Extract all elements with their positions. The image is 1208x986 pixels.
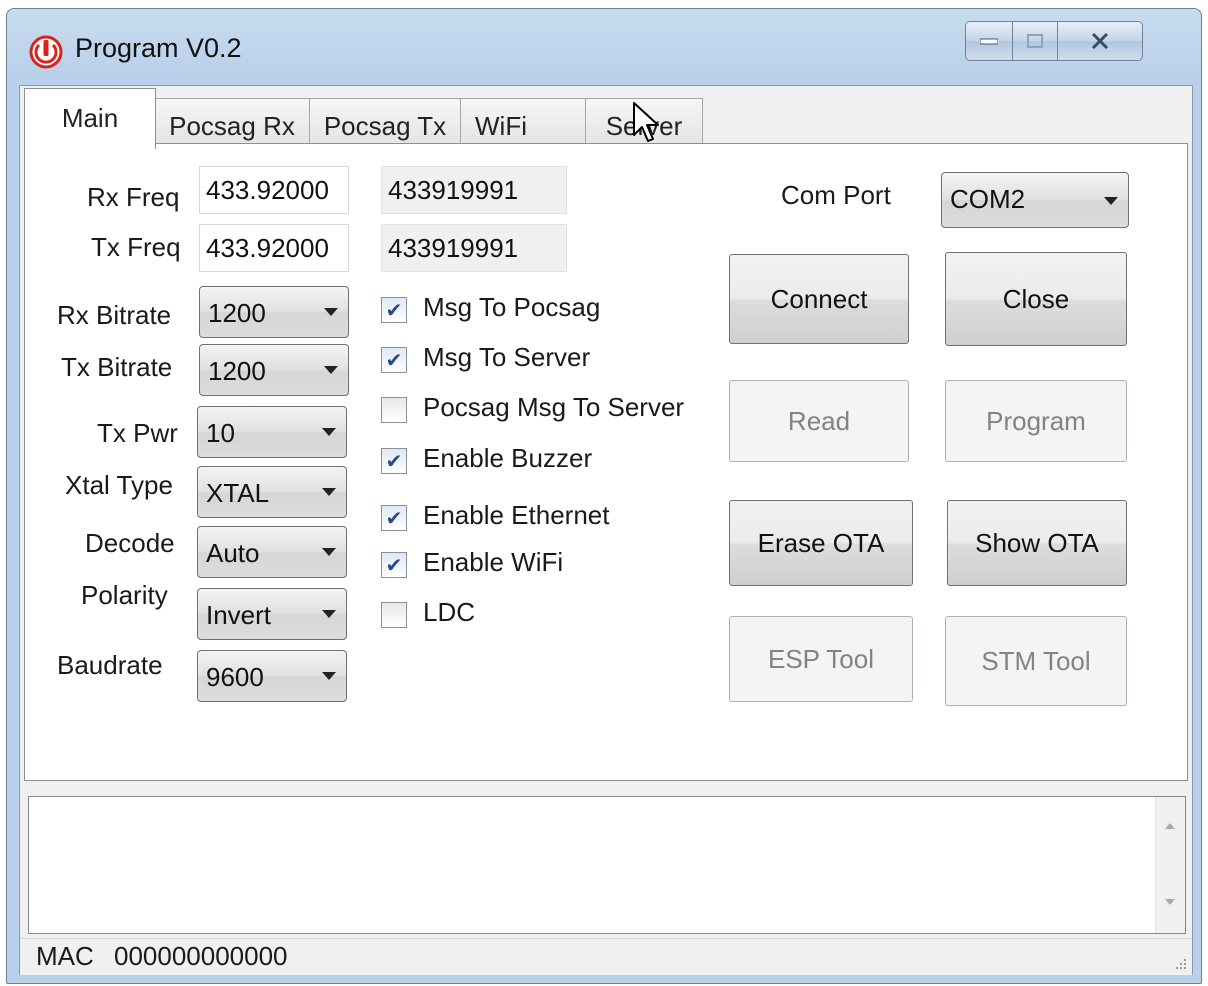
- esp-tool-button[interactable]: ESP Tool: [729, 616, 913, 702]
- tx-pwr-label: Tx Pwr: [97, 418, 178, 448]
- tab-wifi[interactable]: WiFi: [460, 98, 586, 148]
- com-port-select[interactable]: COM2: [941, 172, 1129, 228]
- polarity-select[interactable]: Invert: [197, 588, 347, 640]
- dropdown-arrow-icon: [322, 548, 336, 556]
- log-scrollbar[interactable]: [1155, 797, 1185, 933]
- checkbox-box[interactable]: ✔: [381, 505, 407, 531]
- select-value: 1200: [208, 298, 266, 328]
- tx-freq-readout: 433919991: [381, 224, 567, 272]
- select-value: 9600: [206, 662, 264, 692]
- connect-button[interactable]: Connect: [729, 254, 909, 344]
- scroll-up-icon[interactable]: [1165, 823, 1175, 829]
- client-area: Main Pocsag Rx Pocsag Tx WiFi Server Rx …: [19, 85, 1193, 975]
- status-bar: MAC 000000000000: [20, 938, 1192, 975]
- checkbox-label: LDC: [423, 597, 476, 627]
- checkmark-icon: ✔: [385, 298, 403, 322]
- tab-label: Pocsag Tx: [323, 111, 447, 141]
- resize-grip-icon[interactable]: [1172, 955, 1188, 971]
- rx-freq-input[interactable]: 433.92000: [199, 166, 349, 214]
- maximize-icon: [1027, 34, 1043, 48]
- checkbox-box[interactable]: [381, 397, 407, 423]
- polarity-label: Polarity: [81, 580, 168, 610]
- select-value: XTAL: [206, 478, 270, 508]
- read-button[interactable]: Read: [729, 380, 909, 462]
- stm-tool-button[interactable]: STM Tool: [945, 616, 1127, 706]
- dropdown-arrow-icon: [324, 366, 338, 374]
- tab-label: Pocsag Rx: [169, 111, 295, 141]
- dropdown-arrow-icon: [322, 428, 336, 436]
- mouse-cursor-icon: [633, 102, 659, 142]
- select-value: 10: [206, 418, 235, 448]
- close-button[interactable]: Close: [945, 252, 1127, 346]
- tab-label: WiFi: [475, 111, 527, 141]
- checkbox-label: Enable WiFi: [423, 547, 564, 577]
- tx-bitrate-select[interactable]: 1200: [199, 344, 349, 396]
- dropdown-arrow-icon: [1104, 197, 1118, 205]
- erase-ota-button[interactable]: Erase OTA: [729, 500, 913, 586]
- checkmark-icon: ✔: [385, 506, 403, 530]
- dropdown-arrow-icon: [324, 308, 338, 316]
- rx-freq-readout: 433919991: [381, 166, 567, 214]
- select-value: COM2: [950, 184, 1026, 214]
- checkbox-box[interactable]: ✔: [381, 552, 407, 578]
- maximize-button[interactable]: [1012, 21, 1058, 61]
- program-button[interactable]: Program: [945, 380, 1127, 462]
- dropdown-arrow-icon: [322, 672, 336, 680]
- com-port-label: Com Port: [781, 180, 891, 210]
- tab-pocsag-tx[interactable]: Pocsag Tx: [309, 98, 461, 148]
- app-window: Program V0.2 Main Pocsag Rx Pocsag Tx Wi…: [6, 8, 1202, 984]
- rx-freq-label: Rx Freq: [87, 182, 180, 212]
- xtal-type-select[interactable]: XTAL: [197, 466, 347, 518]
- log-output[interactable]: [28, 796, 1186, 934]
- tx-bitrate-label: Tx Bitrate: [61, 352, 173, 382]
- baudrate-select[interactable]: 9600: [197, 650, 347, 702]
- scroll-down-icon[interactable]: [1165, 899, 1175, 905]
- checkbox-label: Enable Buzzer: [423, 443, 593, 473]
- minimize-button[interactable]: [965, 21, 1013, 61]
- checkmark-icon: ✔: [385, 553, 403, 577]
- show-ota-button[interactable]: Show OTA: [947, 500, 1127, 586]
- tab-pocsag-rx[interactable]: Pocsag Rx: [154, 98, 310, 148]
- xtal-type-label: Xtal Type: [65, 470, 173, 500]
- dropdown-arrow-icon: [322, 488, 336, 496]
- rx-bitrate-select[interactable]: 1200: [199, 286, 349, 338]
- checkbox-label: Enable Ethernet: [423, 500, 610, 530]
- dropdown-arrow-icon: [322, 610, 336, 618]
- checkmark-icon: ✔: [385, 348, 403, 372]
- checkbox-box[interactable]: ✔: [381, 448, 407, 474]
- tx-freq-input[interactable]: 433.92000: [199, 224, 349, 272]
- checkbox-label: Msg To Pocsag: [423, 292, 601, 322]
- close-icon: [1091, 33, 1109, 49]
- mac-label: MAC: [36, 941, 94, 971]
- checkbox-label: Msg To Server: [423, 342, 591, 372]
- baudrate-label: Baudrate: [57, 650, 163, 680]
- select-value: Invert: [206, 600, 272, 630]
- checkmark-icon: ✔: [385, 449, 403, 473]
- minimize-icon: [980, 38, 998, 45]
- tab-label: Main: [61, 103, 119, 133]
- checkbox-label: Pocsag Msg To Server: [423, 392, 685, 422]
- main-tab-page: Rx Freq Tx Freq Rx Bitrate Tx Bitrate Tx…: [24, 143, 1188, 781]
- checkbox-box[interactable]: ✔: [381, 347, 407, 373]
- power-icon: [29, 35, 63, 69]
- tx-pwr-select[interactable]: 10: [197, 406, 347, 458]
- close-window-button[interactable]: [1057, 21, 1143, 61]
- checkbox-box[interactable]: ✔: [381, 297, 407, 323]
- window-title: Program V0.2: [75, 33, 242, 63]
- select-value: Auto: [206, 538, 260, 568]
- tab-main[interactable]: Main: [24, 88, 156, 149]
- mac-value: 000000000000: [114, 941, 288, 971]
- decode-label: Decode: [85, 528, 175, 558]
- rx-bitrate-label: Rx Bitrate: [57, 300, 172, 330]
- checkbox-box[interactable]: [381, 602, 407, 628]
- decode-select[interactable]: Auto: [197, 526, 347, 578]
- title-bar[interactable]: Program V0.2: [7, 9, 1201, 85]
- tx-freq-label: Tx Freq: [91, 232, 181, 262]
- select-value: 1200: [208, 356, 266, 386]
